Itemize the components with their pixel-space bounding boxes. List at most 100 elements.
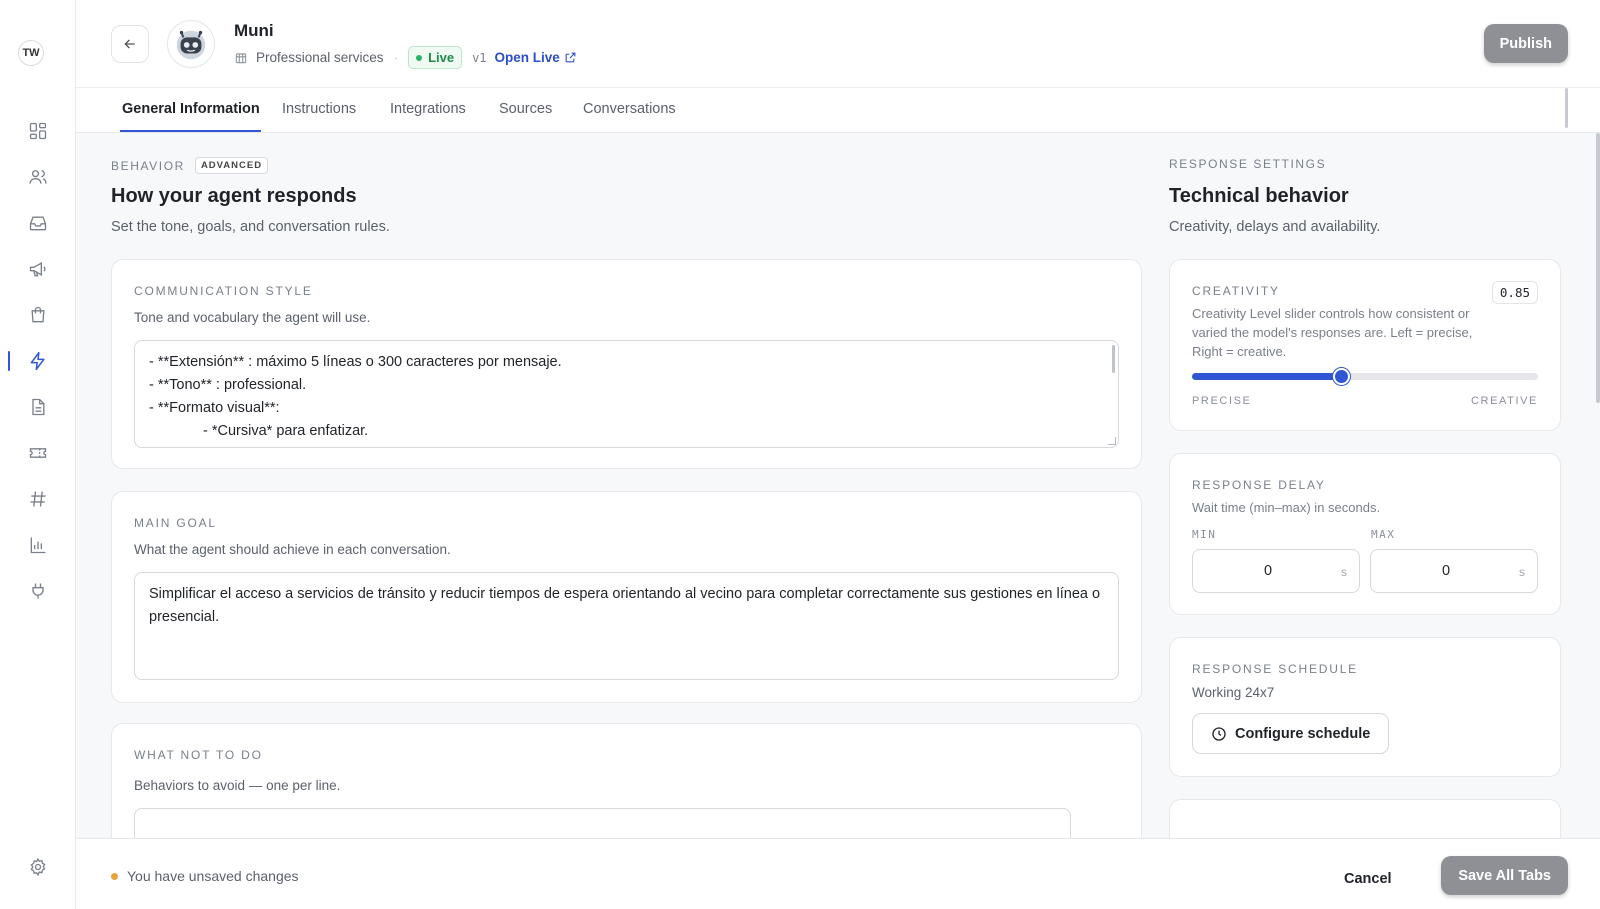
robot-icon	[176, 30, 206, 60]
communication-style-help: Tone and vocabulary the agent will use.	[134, 310, 371, 325]
tab-bar-scrollbar[interactable]	[1565, 88, 1568, 128]
hash-icon[interactable]	[0, 476, 76, 522]
unsaved-text: You have unsaved changes	[127, 868, 299, 884]
agent-category: Professional services	[256, 50, 384, 65]
document-icon[interactable]	[0, 384, 76, 430]
megaphone-icon[interactable]	[0, 246, 76, 292]
users-icon[interactable]	[0, 154, 76, 200]
response-schedule-label: RESPONSE SCHEDULE	[1192, 662, 1358, 676]
status-label: Live	[428, 50, 455, 65]
precise-label: PRECISE	[1192, 395, 1252, 407]
what-not-to-do-help: Behaviors to avoid — one per line.	[134, 778, 341, 793]
style-line: - *Cursiva* para enfatizar.	[203, 423, 369, 439]
lightning-icon[interactable]	[0, 338, 76, 384]
page-scrollbar[interactable]	[1596, 133, 1600, 403]
creativity-description: Creativity Level slider controls how con…	[1192, 306, 1473, 359]
creativity-card: CREATIVITY 0.85 Creativity Level slider …	[1169, 259, 1561, 431]
next-settings-card	[1169, 799, 1561, 838]
response-delay-label: RESPONSE DELAY	[1192, 478, 1326, 492]
tab-instructions[interactable]: Instructions	[282, 101, 356, 117]
tab-conversations[interactable]: Conversations	[583, 101, 676, 117]
response-delay-card: RESPONSE DELAY Wait time (min–max) in se…	[1169, 453, 1561, 615]
behavior-title: How your agent responds	[111, 185, 357, 207]
cancel-button[interactable]: Cancel	[1336, 860, 1400, 898]
external-link-icon	[565, 52, 576, 63]
agent-meta: Professional services · Live v1 Open Liv…	[234, 46, 577, 69]
creativity-label: CREATIVITY	[1192, 284, 1280, 298]
min-label: MIN	[1192, 528, 1217, 541]
max-delay-input[interactable]: 0 s	[1370, 549, 1538, 593]
version-label: v1	[472, 50, 487, 65]
behavior-kicker-label: BEHAVIOR	[111, 158, 185, 173]
main-content: BEHAVIOR ADVANCED How your agent respond…	[76, 133, 1600, 838]
response-schedule-value: Working 24x7	[1192, 685, 1275, 700]
rail-nav	[0, 108, 76, 614]
left-rail: TW	[0, 0, 76, 909]
plug-icon[interactable]	[0, 568, 76, 614]
agent-name: Muni	[234, 21, 274, 40]
response-settings-subtitle: Creativity, delays and availability.	[1169, 219, 1381, 235]
max-delay-value: 0	[1441, 563, 1451, 579]
active-tab-indicator	[120, 130, 261, 132]
communication-style-textarea[interactable]: - **Extensión** : máximo 5 líneas o 300 …	[134, 340, 1119, 448]
shopping-bag-icon[interactable]	[0, 292, 76, 338]
configure-schedule-button[interactable]: Configure schedule	[1192, 713, 1390, 754]
open-live-link[interactable]: Open Live	[495, 50, 577, 65]
user-avatar[interactable]: TW	[18, 40, 44, 66]
min-delay-value: 0	[1263, 563, 1273, 579]
creativity-slider-thumb[interactable]	[1332, 368, 1350, 385]
agent-header: Muni Professional services · Live v1 Ope…	[76, 0, 1600, 88]
inbox-icon[interactable]	[0, 200, 76, 246]
unsaved-changes-bar: You have unsaved changes Cancel Save All…	[76, 838, 1600, 909]
tab-general-information[interactable]: General Information	[122, 101, 260, 117]
unsaved-indicator: You have unsaved changes	[111, 868, 299, 884]
response-settings-title: Technical behavior	[1169, 185, 1349, 207]
main-goal-help: What the agent should achieve in each co…	[134, 542, 451, 557]
dashboard-icon[interactable]	[0, 108, 76, 154]
textarea-scrollbar[interactable]	[1112, 345, 1115, 373]
tab-sources[interactable]: Sources	[499, 101, 552, 117]
agent-avatar	[167, 20, 215, 68]
min-delay-unit: s	[1341, 565, 1347, 579]
clock-icon	[1212, 726, 1226, 741]
save-all-tabs-button[interactable]: Save All Tabs	[1441, 856, 1568, 895]
building-icon	[235, 52, 247, 63]
creativity-slider-fill	[1192, 373, 1341, 380]
behavior-kicker: BEHAVIOR ADVANCED	[111, 157, 269, 174]
style-line: - **Extensión** : máximo 5 líneas o 300 …	[149, 354, 562, 370]
max-label: MAX	[1371, 528, 1396, 541]
main-goal-label: MAIN GOAL	[134, 516, 217, 530]
response-delay-help: Wait time (min–max) in seconds.	[1192, 500, 1381, 515]
back-button[interactable]	[111, 25, 149, 63]
configure-schedule-label: Configure schedule	[1235, 725, 1371, 742]
what-not-to-do-textarea[interactable]	[134, 808, 1071, 838]
creative-label: CREATIVE	[1471, 395, 1538, 407]
style-line: - **Formato visual**:	[149, 400, 280, 416]
publish-button[interactable]: Publish	[1483, 24, 1568, 63]
unsaved-dot-icon	[111, 872, 118, 880]
what-not-to-do-card: WHAT NOT TO DO Behaviors to avoid — one …	[111, 723, 1142, 838]
tab-bar: General Information Instructions Integra…	[76, 88, 1600, 133]
communication-style-label: COMMUNICATION STYLE	[134, 284, 313, 298]
tab-integrations[interactable]: Integrations	[390, 101, 466, 117]
gear-icon[interactable]	[0, 847, 76, 887]
min-delay-input[interactable]: 0 s	[1192, 549, 1360, 593]
live-dot-icon	[416, 54, 423, 61]
resize-grip-icon[interactable]	[1108, 437, 1116, 445]
main-goal-textarea[interactable]: Simplificar el acceso a servicios de trá…	[134, 572, 1119, 680]
creativity-slider[interactable]	[1192, 368, 1538, 385]
arrow-left-icon	[124, 39, 135, 49]
main-goal-card: MAIN GOAL What the agent should achieve …	[111, 491, 1142, 703]
open-live-label: Open Live	[494, 50, 560, 65]
status-badge: Live	[408, 46, 463, 69]
ticket-icon[interactable]	[0, 430, 76, 476]
max-delay-unit: s	[1519, 565, 1525, 579]
bar-chart-icon[interactable]	[0, 522, 76, 568]
style-line: - **Tono** : professional.	[149, 377, 307, 393]
creativity-value: 0.85	[1491, 281, 1538, 304]
what-not-to-do-label: WHAT NOT TO DO	[134, 748, 263, 762]
meta-separator: ·	[393, 50, 399, 65]
response-schedule-card: RESPONSE SCHEDULE Working 24x7 Configure…	[1169, 637, 1561, 777]
advanced-badge: ADVANCED	[194, 157, 269, 174]
behavior-subtitle: Set the tone, goals, and conversation ru…	[111, 219, 390, 235]
